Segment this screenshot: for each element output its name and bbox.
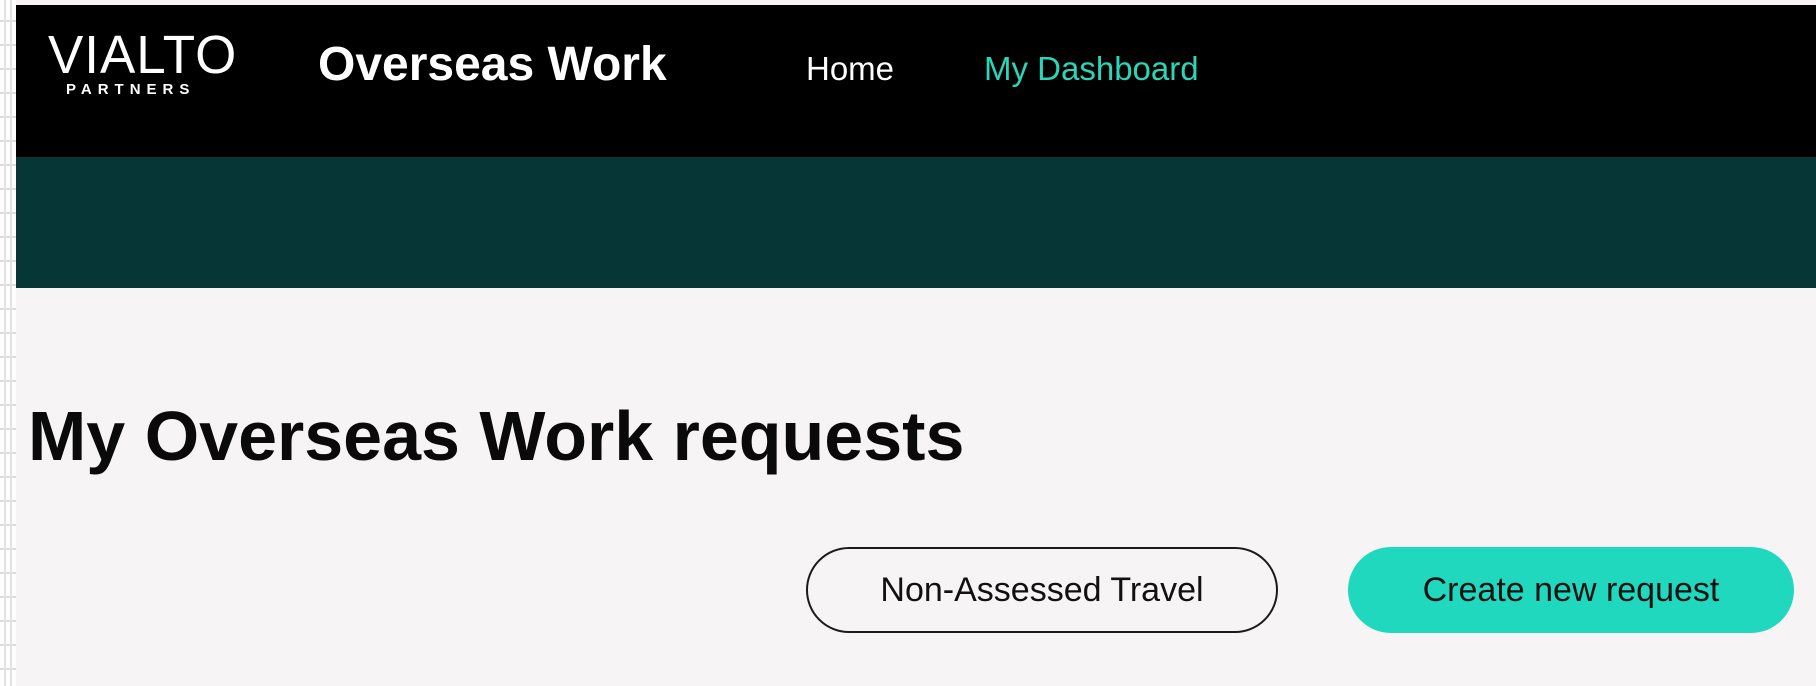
hero-banner: [16, 157, 1816, 288]
page-title: My Overseas Work requests: [28, 397, 965, 475]
logo-subtext: PARTNERS: [66, 81, 196, 98]
nav-link-home[interactable]: Home: [806, 49, 894, 89]
nav-link-my-dashboard[interactable]: My Dashboard: [984, 49, 1199, 89]
vialto-logo[interactable]: VIALTO PARTNERS: [48, 27, 278, 107]
app-title: Overseas Work: [318, 38, 667, 91]
top-header: VIALTO PARTNERS Overseas Work Home My Da…: [16, 5, 1816, 157]
rail-line: [10, 0, 12, 686]
rail-line: [4, 0, 6, 686]
non-assessed-travel-button[interactable]: Non-Assessed Travel: [806, 547, 1278, 633]
logo-wordmark: VIALTO: [48, 25, 238, 85]
left-decorative-rail: [0, 0, 16, 686]
create-new-request-button[interactable]: Create new request: [1348, 547, 1794, 633]
